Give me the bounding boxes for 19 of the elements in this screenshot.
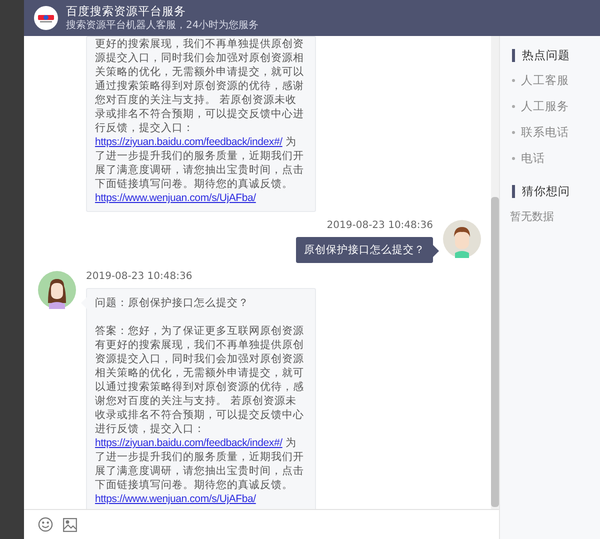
- logo-icon: [34, 6, 58, 30]
- image-icon[interactable]: [63, 518, 77, 532]
- message-link[interactable]: https://www.wenjuan.com/s/UjAFba/: [95, 493, 256, 505]
- header-subtitle: 搜索资源平台机器人客服，24小时为您服务: [66, 19, 259, 32]
- message-bubble: 更好的搜索展现，我们不再单独提供原创资源提交入口，同时我们会加强对原创资源相关策略的优化，无需额外申请提交，就可以通过搜索策略得到对原创资源的优待，感谢您对百度的关注与支持。 若原创资源未收录或排名不符合预期，可以提交反馈中心进行反馈，提交入口： https://ziyuan.baidu.com/feedback/index#/ 为了进一步提升我们的服务质量，近期我们开展了满意度调研，请您抽出宝贵时间，点击下面链接填写问卷。期待您的真诚反馈。 https://www.wenjuan.com/s/UjAFba/: [86, 36, 316, 212]
- empty-note: 暂无数据: [510, 209, 555, 224]
- message-link[interactable]: https://ziyuan.baidu.com/feedback/index#/: [95, 136, 282, 148]
- section-title: 猜你想问: [522, 184, 570, 199]
- avatar-icon: [38, 271, 76, 309]
- scrollbar[interactable]: [491, 36, 499, 509]
- bubble-pointer: [433, 245, 439, 257]
- emoji-icon[interactable]: [38, 517, 53, 532]
- message-link[interactable]: https://www.wenjuan.com/s/UjAFba/: [95, 192, 256, 204]
- message-time: 2019-08-23 10:48:36: [86, 271, 192, 283]
- message-link[interactable]: https://ziyuan.baidu.com/feedback/index#/: [95, 437, 282, 449]
- message-time: 2019-08-23 10:48:36: [326, 220, 433, 232]
- avatar-icon: [443, 220, 481, 258]
- header-title: 百度搜索资源平台服务: [66, 4, 187, 19]
- section-title: 热点问题: [522, 48, 570, 63]
